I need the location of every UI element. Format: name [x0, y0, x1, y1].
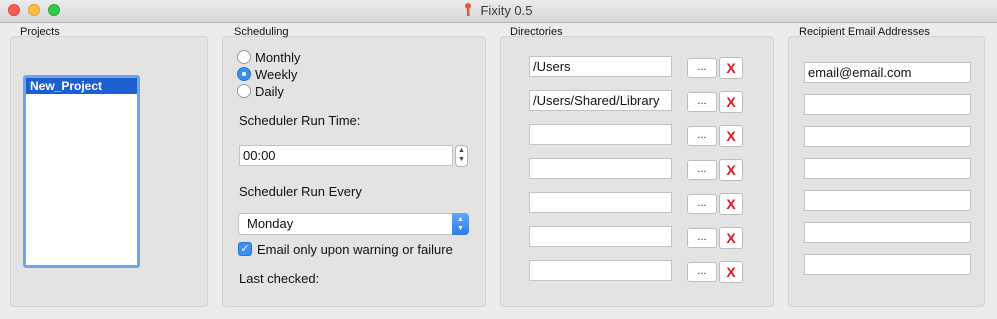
radio-daily[interactable]: Daily — [237, 83, 284, 99]
last-checked-label: Last checked: — [239, 271, 320, 286]
projects-list[interactable]: New_Project — [23, 75, 140, 268]
email-input[interactable] — [804, 190, 971, 211]
scheduling-title: Scheduling — [234, 26, 289, 38]
email-only-label: Email only upon warning or failure — [257, 242, 453, 257]
directory-input[interactable]: /Users — [529, 56, 672, 77]
project-item[interactable]: New_Project — [26, 78, 137, 94]
browse-button[interactable]: ... — [687, 262, 717, 282]
remove-directory-button[interactable]: X — [719, 125, 743, 147]
directories-title: Directories — [510, 26, 563, 38]
run-time-stepper[interactable]: ▲ ▼ — [455, 145, 468, 167]
email-only-checkbox[interactable]: ✓ — [238, 242, 252, 256]
email-input[interactable] — [804, 254, 971, 275]
email-input[interactable] — [804, 158, 971, 179]
directory-input[interactable] — [529, 226, 672, 247]
directory-input[interactable] — [529, 124, 672, 145]
browse-button[interactable]: ... — [687, 228, 717, 248]
directory-input[interactable] — [529, 158, 672, 179]
window-title: Fixity 0.5 — [0, 3, 997, 18]
run-time-label: Scheduler Run Time: — [239, 113, 361, 128]
run-every-select[interactable]: Monday ▲ ▼ — [238, 213, 469, 235]
radio-daily-circle[interactable] — [237, 84, 251, 98]
email-input[interactable] — [804, 94, 971, 115]
radio-weekly[interactable]: Weekly — [237, 66, 297, 82]
radio-daily-label: Daily — [255, 83, 284, 99]
remove-directory-button[interactable]: X — [719, 91, 743, 113]
browse-button[interactable]: ... — [687, 194, 717, 214]
app-icon — [465, 3, 472, 16]
email-input[interactable]: email@email.com — [804, 62, 971, 83]
radio-monthly-circle[interactable] — [237, 50, 251, 64]
browse-button[interactable]: ... — [687, 160, 717, 180]
remove-directory-button[interactable]: X — [719, 193, 743, 215]
directory-input[interactable] — [529, 260, 672, 281]
run-time-input[interactable]: 00:00 — [239, 145, 453, 166]
radio-monthly[interactable]: Monthly — [237, 49, 301, 65]
projects-title: Projects — [20, 26, 60, 38]
radio-weekly-circle[interactable] — [237, 67, 251, 81]
email-input[interactable] — [804, 222, 971, 243]
radio-monthly-label: Monthly — [255, 49, 301, 65]
remove-directory-button[interactable]: X — [719, 261, 743, 283]
emails-title: Recipient Email Addresses — [799, 26, 930, 38]
browse-button[interactable]: ... — [687, 126, 717, 146]
directory-input[interactable]: /Users/Shared/Library — [529, 90, 672, 111]
radio-weekly-label: Weekly — [255, 66, 298, 82]
remove-directory-button[interactable]: X — [719, 57, 743, 79]
title-bar: Fixity 0.5 — [0, 0, 997, 23]
run-every-label: Scheduler Run Every — [239, 184, 362, 199]
window-title-text: Fixity 0.5 — [480, 3, 533, 18]
run-every-value: Monday — [247, 216, 294, 231]
browse-button[interactable]: ... — [687, 58, 717, 78]
select-arrows-icon: ▲ ▼ — [452, 213, 469, 235]
remove-directory-button[interactable]: X — [719, 159, 743, 181]
email-input[interactable] — [804, 126, 971, 147]
directory-input[interactable] — [529, 192, 672, 213]
remove-directory-button[interactable]: X — [719, 227, 743, 249]
browse-button[interactable]: ... — [687, 92, 717, 112]
